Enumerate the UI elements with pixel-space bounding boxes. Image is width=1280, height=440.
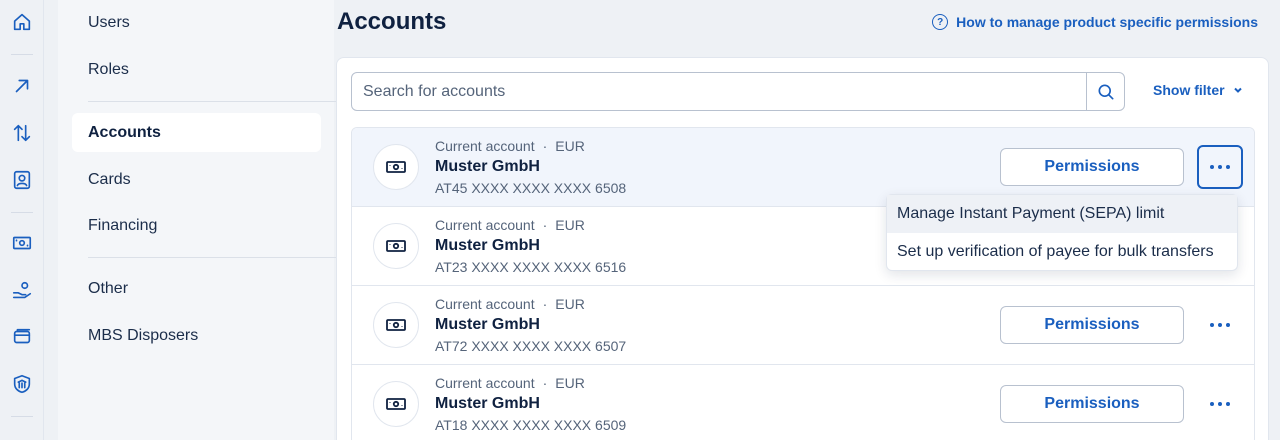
ellipsis-icon [1210,402,1214,406]
permissions-button[interactable]: Permissions [1000,385,1184,423]
menu-item-manage-instant-payment-limit[interactable]: Manage Instant Payment (SEPA) limit [887,195,1237,233]
account-iban: AT72 XXXX XXXX XXXX 6507 [435,338,627,354]
arrow-up-right-icon[interactable] [8,72,36,100]
banknote-icon [373,144,419,190]
account-currency: EUR [555,296,585,312]
transfer-arrows-icon[interactable] [8,119,36,147]
nav-item-mbs-disposers[interactable]: MBS Disposers [72,316,321,355]
card-icon[interactable] [8,323,36,351]
banknote-icon[interactable] [8,229,36,257]
account-name: Muster GmbH [435,395,540,412]
show-filter-button[interactable]: Show filter [1153,82,1243,98]
account-meta: Current account · EUR [435,296,585,312]
contact-card-icon[interactable] [8,166,36,194]
account-name: Muster GmbH [435,316,540,333]
home-icon[interactable] [8,8,36,36]
nav-item-cards[interactable]: Cards [72,160,321,199]
search-button[interactable] [1086,73,1124,110]
nav-item-roles[interactable]: Roles [72,50,321,89]
account-type: Current account [435,375,535,391]
help-circle-icon: ? [932,14,949,30]
account-currency: EUR [555,375,585,391]
nav-divider [88,101,336,102]
banknote-icon [373,381,419,427]
account-currency: EUR [555,217,585,233]
account-type: Current account [435,138,535,154]
bank-shield-icon[interactable] [8,370,36,398]
rail-divider [11,212,33,213]
banknote-icon [373,302,419,348]
more-options-button[interactable] [1197,303,1243,347]
icon-rail [0,0,44,440]
account-currency: EUR [555,138,585,154]
account-iban: AT23 XXXX XXXX XXXX 6516 [435,259,627,275]
account-name: Muster GmbH [435,158,540,175]
nav-divider [88,257,336,258]
accounts-list: Current account · EUR Muster GmbH AT45 XXX… [351,127,1255,440]
search-bar [351,72,1125,111]
rail-divider [11,54,33,55]
hand-money-icon[interactable] [8,277,36,305]
account-row[interactable]: Current account · EUR Muster GmbH AT18 XXX… [352,365,1254,440]
ellipsis-icon [1210,165,1214,169]
ellipsis-icon [1210,323,1214,327]
account-row[interactable]: Current account · EUR Muster GmbH AT72 XXX… [352,286,1254,365]
more-options-menu: Manage Instant Payment (SEPA) limit Set … [886,194,1238,271]
help-link[interactable]: ? How to manage product specific permiss… [932,14,1258,30]
account-type: Current account [435,217,535,233]
account-meta: Current account · EUR [435,138,585,154]
help-link-label: How to manage product specific permissio… [956,14,1258,30]
account-iban: AT45 XXXX XXXX XXXX 6508 [435,180,627,196]
account-meta: Current account · EUR [435,375,585,391]
search-input[interactable] [352,73,1086,110]
nav-item-users[interactable]: Users [72,3,321,42]
secondary-nav: Users Roles Accounts Cards Financing Oth… [58,0,336,440]
more-options-button[interactable] [1197,382,1243,426]
rail-divider [11,416,33,417]
page-title: Accounts [337,8,447,35]
permissions-button[interactable]: Permissions [1000,148,1184,186]
account-type: Current account [435,296,535,312]
menu-item-verification-of-payee[interactable]: Set up verification of payee for bulk tr… [887,233,1237,271]
chevron-down-icon [1233,87,1242,93]
account-meta: Current account · EUR [435,217,585,233]
nav-item-financing[interactable]: Financing [72,206,321,245]
account-name: Muster GmbH [435,237,540,254]
more-options-button[interactable] [1197,145,1243,189]
nav-item-accounts[interactable]: Accounts [72,113,321,152]
nav-item-other[interactable]: Other [72,269,321,308]
show-filter-label: Show filter [1153,82,1225,98]
search-icon [1098,84,1113,99]
account-iban: AT18 XXXX XXXX XXXX 6509 [435,417,627,433]
permissions-button[interactable]: Permissions [1000,306,1184,344]
banknote-icon [373,223,419,269]
